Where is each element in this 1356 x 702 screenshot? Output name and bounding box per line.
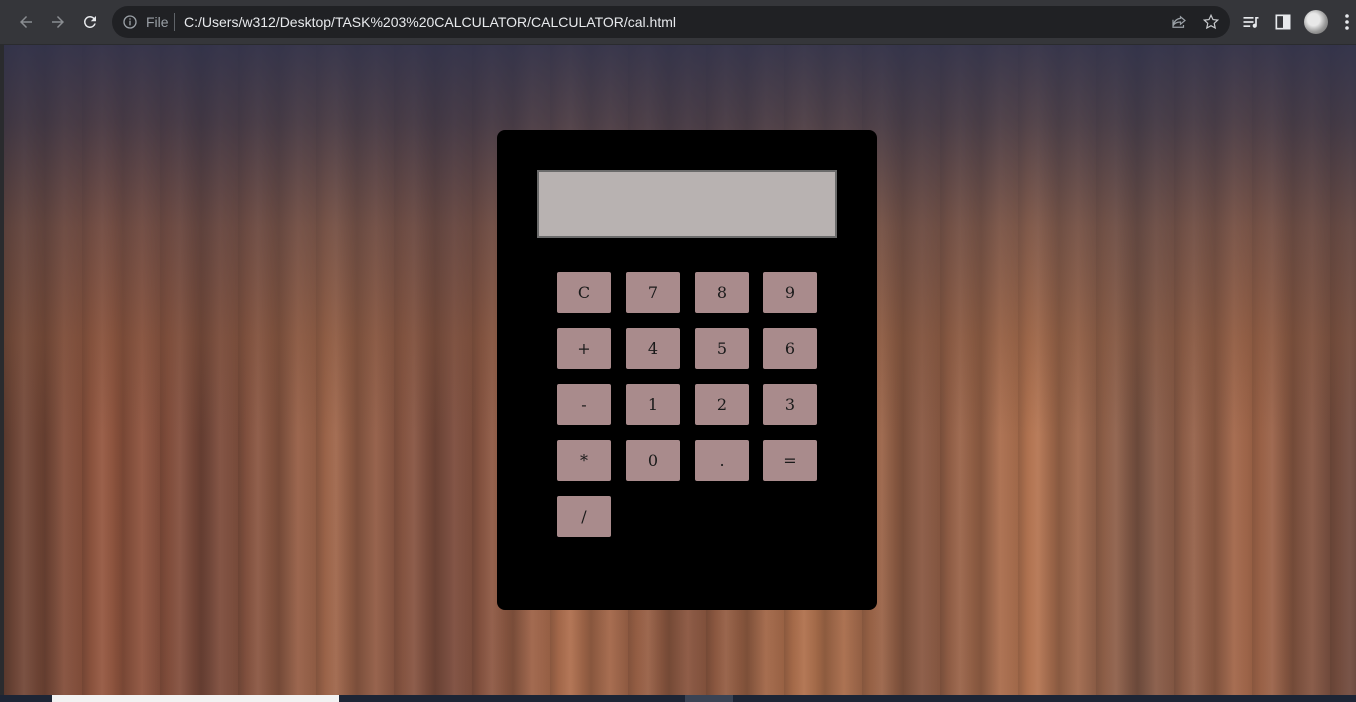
key-multiply[interactable]: * xyxy=(557,440,611,481)
key-4[interactable]: 4 xyxy=(626,328,680,369)
address-bar[interactable]: File C:/Users/w312/Desktop/TASK%203%20CA… xyxy=(112,6,1230,38)
key-plus[interactable]: + xyxy=(557,328,611,369)
profile-avatar[interactable] xyxy=(1304,10,1328,34)
info-icon[interactable] xyxy=(122,14,138,30)
key-clear[interactable]: C xyxy=(557,272,611,313)
back-arrow-icon[interactable] xyxy=(12,8,40,36)
share-icon[interactable] xyxy=(1170,13,1188,31)
reload-icon[interactable] xyxy=(76,8,104,36)
browser-toolbar: File C:/Users/w312/Desktop/TASK%203%20CA… xyxy=(0,0,1356,45)
key-0[interactable]: 0 xyxy=(626,440,680,481)
taskbar-app-button[interactable] xyxy=(685,695,733,702)
calculator: C 7 8 9 + 4 5 6 - 1 2 3 * 0 . = / xyxy=(497,130,877,610)
page-background: C 7 8 9 + 4 5 6 - 1 2 3 * 0 . = / xyxy=(4,45,1356,695)
key-decimal[interactable]: . xyxy=(695,440,749,481)
key-9[interactable]: 9 xyxy=(763,272,817,313)
key-8[interactable]: 8 xyxy=(695,272,749,313)
calculator-display[interactable] xyxy=(537,170,837,238)
omnibox-separator xyxy=(174,13,175,31)
key-equals[interactable]: = xyxy=(763,440,817,481)
file-scheme-label: File xyxy=(146,14,169,30)
key-3[interactable]: 3 xyxy=(763,384,817,425)
more-menu-icon[interactable] xyxy=(1344,12,1350,32)
key-7[interactable]: 7 xyxy=(626,272,680,313)
star-icon[interactable] xyxy=(1202,13,1220,31)
taskbar-window-thumbnail[interactable] xyxy=(52,695,339,702)
key-2[interactable]: 2 xyxy=(695,384,749,425)
key-1[interactable]: 1 xyxy=(626,384,680,425)
reading-list-icon[interactable] xyxy=(1241,12,1261,32)
url-text[interactable]: C:/Users/w312/Desktop/TASK%203%20CALCULA… xyxy=(184,14,676,30)
forward-arrow-icon[interactable] xyxy=(44,8,72,36)
side-panel-icon[interactable] xyxy=(1273,12,1293,32)
key-5[interactable]: 5 xyxy=(695,328,749,369)
key-6[interactable]: 6 xyxy=(763,328,817,369)
key-divide[interactable]: / xyxy=(557,496,611,537)
key-minus[interactable]: - xyxy=(557,384,611,425)
